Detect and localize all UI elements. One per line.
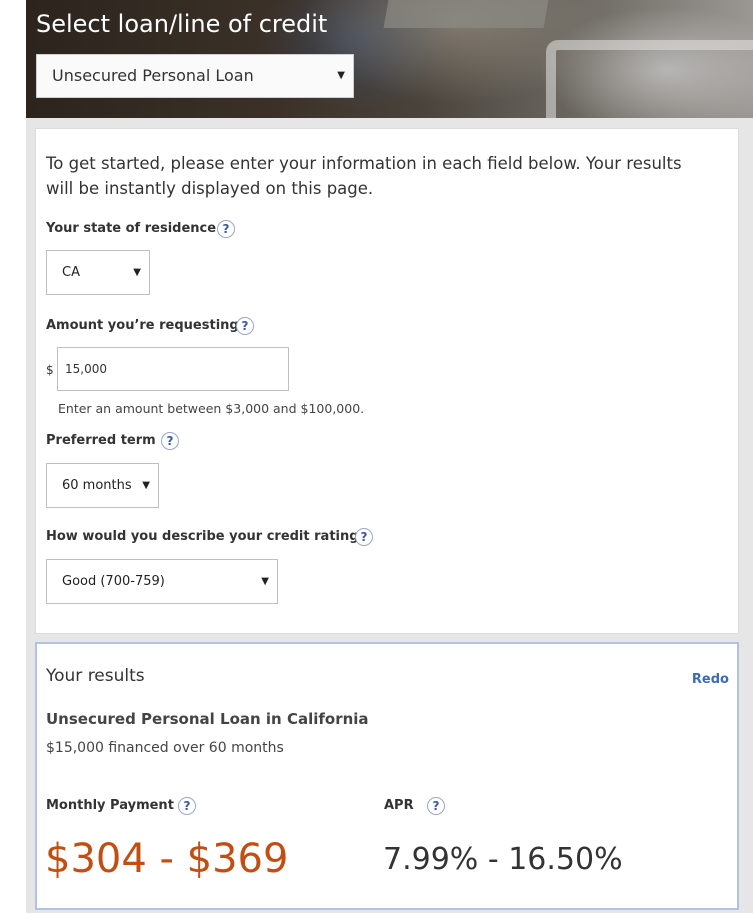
hero-photo-chair — [546, 40, 753, 118]
apr-value: 7.99% - 16.50% — [383, 842, 623, 877]
page-title: Select loan/line of credit — [36, 10, 328, 38]
state-value: CA — [62, 265, 80, 280]
state-label: Your state of residence — [46, 221, 217, 236]
loan-form-card: To get started, please enter your inform… — [35, 128, 739, 634]
product-title: Unsecured Personal Loan in California — [46, 710, 369, 728]
term-help-icon[interactable]: ? — [161, 432, 179, 450]
term-label: Preferred term — [46, 433, 156, 448]
chevron-down-icon: ▼ — [133, 267, 141, 278]
amount-hint: Enter an amount between $3,000 and $100,… — [58, 401, 365, 416]
financed-summary: $15,000 financed over 60 months — [46, 740, 284, 756]
monthly-payment-help-icon[interactable]: ? — [178, 797, 196, 815]
results-title: Your results — [46, 666, 145, 686]
loan-type-value: Unsecured Personal Loan — [52, 66, 254, 85]
credit-label: How would you describe your credit ratin… — [46, 529, 367, 544]
amount-value: 15,000 — [65, 362, 107, 376]
credit-select[interactable]: Good (700-759) ▼ — [46, 559, 278, 604]
state-help-icon[interactable]: ? — [217, 220, 235, 238]
hero-banner: Select loan/line of credit Unsecured Per… — [26, 0, 753, 118]
state-select[interactable]: CA ▼ — [46, 250, 150, 295]
currency-symbol: $ — [46, 363, 54, 377]
redo-link[interactable]: Redo — [692, 672, 729, 687]
chevron-down-icon: ▼ — [337, 70, 345, 81]
intro-text: To get started, please enter your inform… — [46, 154, 682, 198]
chevron-down-icon: ▼ — [261, 576, 269, 587]
monthly-payment-value: $304 - $369 — [45, 836, 289, 882]
monthly-payment-label: Monthly Payment — [46, 798, 174, 813]
chevron-down-icon: ▼ — [142, 480, 150, 491]
apr-help-icon[interactable]: ? — [427, 797, 445, 815]
amount-input[interactable]: 15,000 — [57, 347, 289, 391]
amount-label: Amount you’re requesting — [46, 318, 239, 333]
credit-value: Good (700-759) — [62, 574, 165, 589]
amount-help-icon[interactable]: ? — [236, 317, 254, 335]
hero-photo-table — [383, 0, 549, 28]
results-card: Your results Redo Unsecured Personal Loa… — [35, 642, 739, 910]
credit-help-icon[interactable]: ? — [355, 528, 373, 546]
loan-type-select[interactable]: Unsecured Personal Loan ▼ — [36, 54, 354, 98]
term-select[interactable]: 60 months ▼ — [46, 463, 159, 508]
term-value: 60 months — [62, 478, 132, 493]
apr-label: APR — [384, 798, 414, 813]
